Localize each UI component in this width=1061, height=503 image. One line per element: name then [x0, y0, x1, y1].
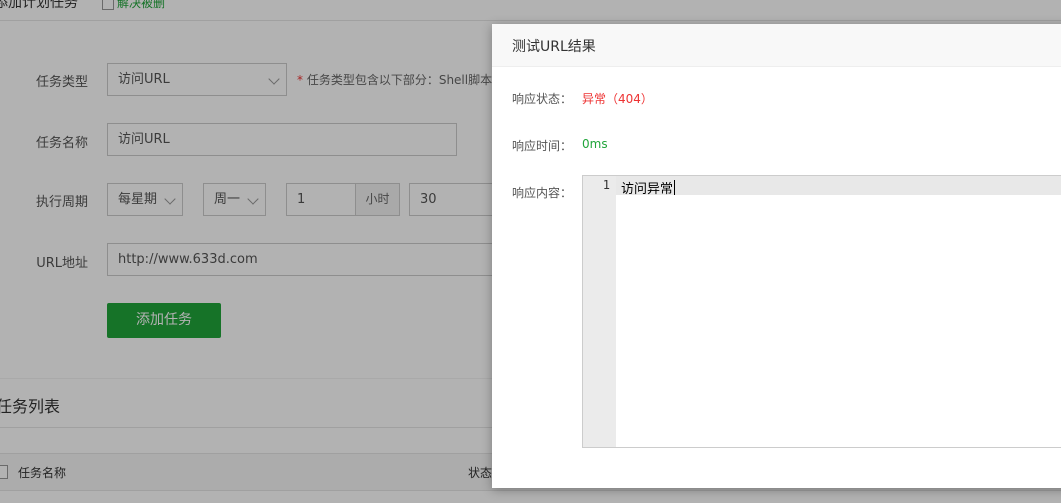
editor-line[interactable]: 访问异常 — [621, 178, 676, 197]
active-line-highlight — [616, 176, 1061, 195]
status-value: 异常（404） — [582, 92, 653, 106]
line-gutter: 1 — [583, 176, 616, 447]
status-label: 响应状态： — [512, 92, 573, 106]
dialog-header: 测试URL结果 — [492, 24, 1061, 67]
content-label: 响应内容： — [512, 186, 573, 200]
time-value: 0ms — [582, 137, 608, 151]
text-caret — [674, 180, 676, 195]
response-content-editor[interactable]: 1 访问异常 — [582, 175, 1061, 448]
dialog-title: 测试URL结果 — [512, 39, 596, 55]
test-url-result-dialog: 测试URL结果 响应状态： 异常（404） 响应时间： 0ms 响应内容： 1 … — [492, 24, 1061, 488]
line-number: 1 — [602, 178, 610, 192]
time-label: 响应时间： — [512, 139, 573, 153]
editor-text: 访问异常 — [621, 182, 674, 197]
